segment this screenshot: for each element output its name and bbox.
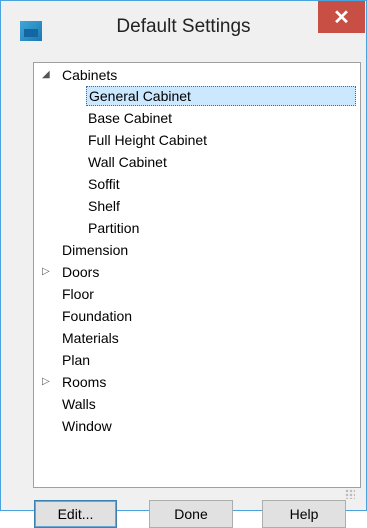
done-button[interactable]: Done — [149, 500, 233, 528]
title-bar[interactable]: Default Settings ✕ — [1, 1, 366, 43]
edit-button[interactable]: Edit... — [34, 500, 117, 528]
tree-item-soffit[interactable]: Soffit — [88, 174, 120, 194]
settings-tree[interactable]: ◢ Cabinets General Cabinet Base Cabinet … — [33, 62, 361, 488]
tree-item-shelf[interactable]: Shelf — [88, 196, 120, 216]
tree-item-window[interactable]: Window — [62, 416, 112, 436]
tree-item-materials[interactable]: Materials — [62, 328, 119, 348]
tree-item-full-height-cabinet[interactable]: Full Height Cabinet — [88, 130, 207, 150]
tree-item-cabinets[interactable]: Cabinets — [62, 65, 117, 85]
tree-item-general-cabinet[interactable]: General Cabinet — [86, 86, 356, 106]
collapse-arrow-icon[interactable]: ◢ — [42, 65, 50, 85]
tree-item-rooms[interactable]: Rooms — [62, 372, 106, 392]
expand-arrow-icon[interactable]: ▷ — [42, 372, 50, 392]
dialog-title: Default Settings — [116, 16, 251, 37]
close-button[interactable]: ✕ — [318, 1, 365, 33]
tree-item-partition[interactable]: Partition — [88, 218, 139, 238]
default-settings-dialog: Default Settings ✕ ◢ Cabinets General Ca… — [0, 0, 367, 528]
tree-item-plan[interactable]: Plan — [62, 350, 90, 370]
tree-item-doors[interactable]: Doors — [62, 262, 99, 282]
tree-item-walls[interactable]: Walls — [62, 394, 96, 414]
tree-item-dimension[interactable]: Dimension — [62, 240, 128, 260]
tree-item-floor[interactable]: Floor — [62, 284, 94, 304]
expand-arrow-icon[interactable]: ▷ — [42, 262, 50, 282]
dialog-body: ◢ Cabinets General Cabinet Base Cabinet … — [9, 43, 361, 528]
tree-item-base-cabinet[interactable]: Base Cabinet — [88, 108, 172, 128]
tree-item-wall-cabinet[interactable]: Wall Cabinet — [88, 152, 167, 172]
resize-grip-icon[interactable] — [345, 489, 355, 499]
help-button[interactable]: Help — [262, 500, 346, 528]
tree-item-foundation[interactable]: Foundation — [62, 306, 132, 326]
